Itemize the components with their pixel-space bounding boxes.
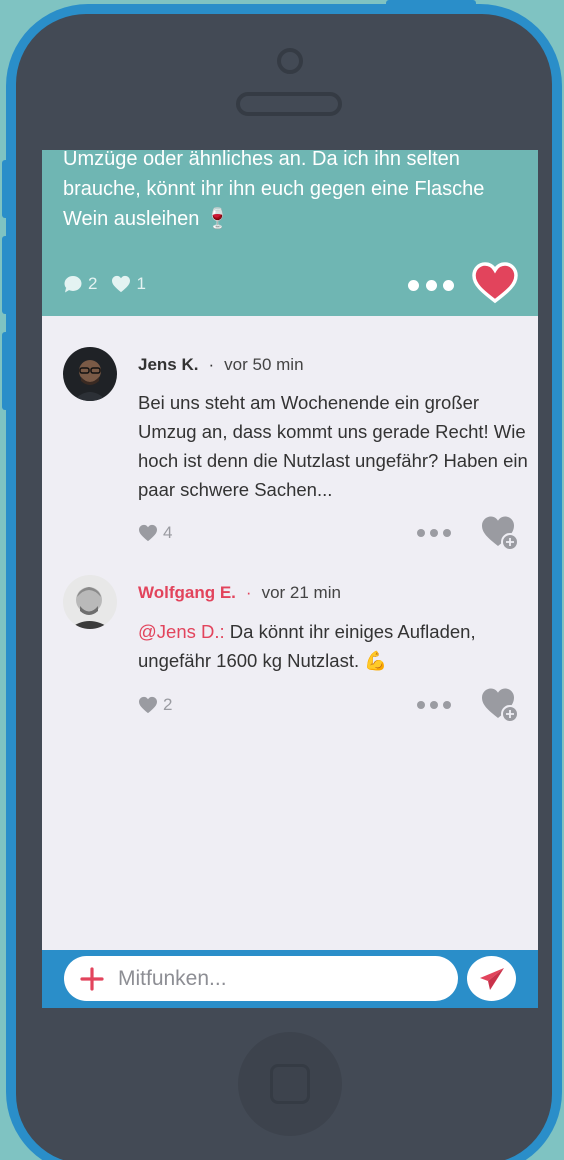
power-button [386,0,476,10]
post-text-line: Umzüge oder ähnliches an. Da ich ihn sel… [63,150,460,170]
post-text: Umzüge oder ähnliches an. Da ich ihn sel… [63,150,523,234]
post-text-line: brauche, könnt ihr ihn euch gegen eine F… [63,178,485,200]
heart-add-icon [482,688,519,723]
more-dots-icon [417,701,425,709]
avatar[interactable] [63,575,117,629]
post-stats: 2 1 [63,274,160,294]
comment-more-button[interactable] [417,528,451,538]
separator-dot: · [208,355,215,374]
front-camera [277,48,303,74]
more-dots-icon [430,701,438,709]
composer-field [64,956,458,1001]
heart-icon [112,275,131,293]
app-screen: Umzüge oder ähnliches an. Da ich ihn sel… [42,150,538,1008]
heart-filled-icon [472,262,518,304]
home-button[interactable] [238,1032,342,1136]
post-like-button[interactable] [472,262,518,304]
comment-author[interactable]: Jens K. [138,355,198,375]
comment-text: @Jens D.: Da könnt ihr einiges Aufladen,… [138,617,528,675]
post-like-count[interactable]: 1 [111,274,146,294]
avatar-image [63,347,117,401]
like-count-label: 1 [136,274,146,293]
mute-switch [2,160,12,218]
post-text-line: Wein ausleihen 🍷 [63,208,230,230]
more-dots-icon [430,529,438,537]
comment-time: vor 50 min [224,355,304,374]
post-comment-count[interactable]: 2 [63,274,97,294]
heart-add-icon [482,516,519,551]
comment-header: Wolfgang E. · vor 21 min [138,583,341,603]
comment-more-button[interactable] [417,700,451,710]
send-button[interactable] [467,956,516,1001]
like-count-label: 2 [163,695,173,714]
separator-dot: · [245,583,252,602]
send-plane-icon [479,967,504,990]
plus-icon[interactable] [80,966,104,991]
more-dots-icon [408,279,419,291]
comment-header: Jens K. · vor 50 min [138,355,304,375]
volume-up-button [2,236,12,314]
volume-down-button [2,332,12,410]
comment-input[interactable] [118,966,418,991]
comment-like-button[interactable] [480,514,520,552]
mention-link[interactable]: @Jens D.: [138,621,225,642]
heart-icon [139,524,157,542]
avatar-image [63,575,117,629]
comment-time: vor 21 min [261,583,341,602]
comment-icon [64,276,82,293]
comment-like-count[interactable]: 2 [138,695,172,715]
heart-icon [139,696,157,714]
more-dots-icon [425,279,437,291]
earpiece-speaker [236,92,342,116]
comment-like-count[interactable]: 4 [138,523,172,543]
post-card: Umzüge oder ähnliches an. Da ich ihn sel… [42,150,538,316]
more-dots-icon [443,279,454,291]
home-button-icon [270,1064,310,1104]
more-dots-icon [443,701,451,709]
comment-like-button[interactable] [480,686,520,724]
comment-count-label: 2 [88,274,98,293]
like-count-label: 4 [163,523,173,542]
comment-author[interactable]: Wolfgang E. [138,583,236,603]
comment-text: Bei uns steht am Wochenende ein großer U… [138,392,528,500]
more-dots-icon [417,529,425,537]
post-more-button[interactable] [408,276,454,294]
avatar[interactable] [63,347,117,401]
more-dots-icon [443,529,451,537]
composer-bar [42,950,538,1008]
